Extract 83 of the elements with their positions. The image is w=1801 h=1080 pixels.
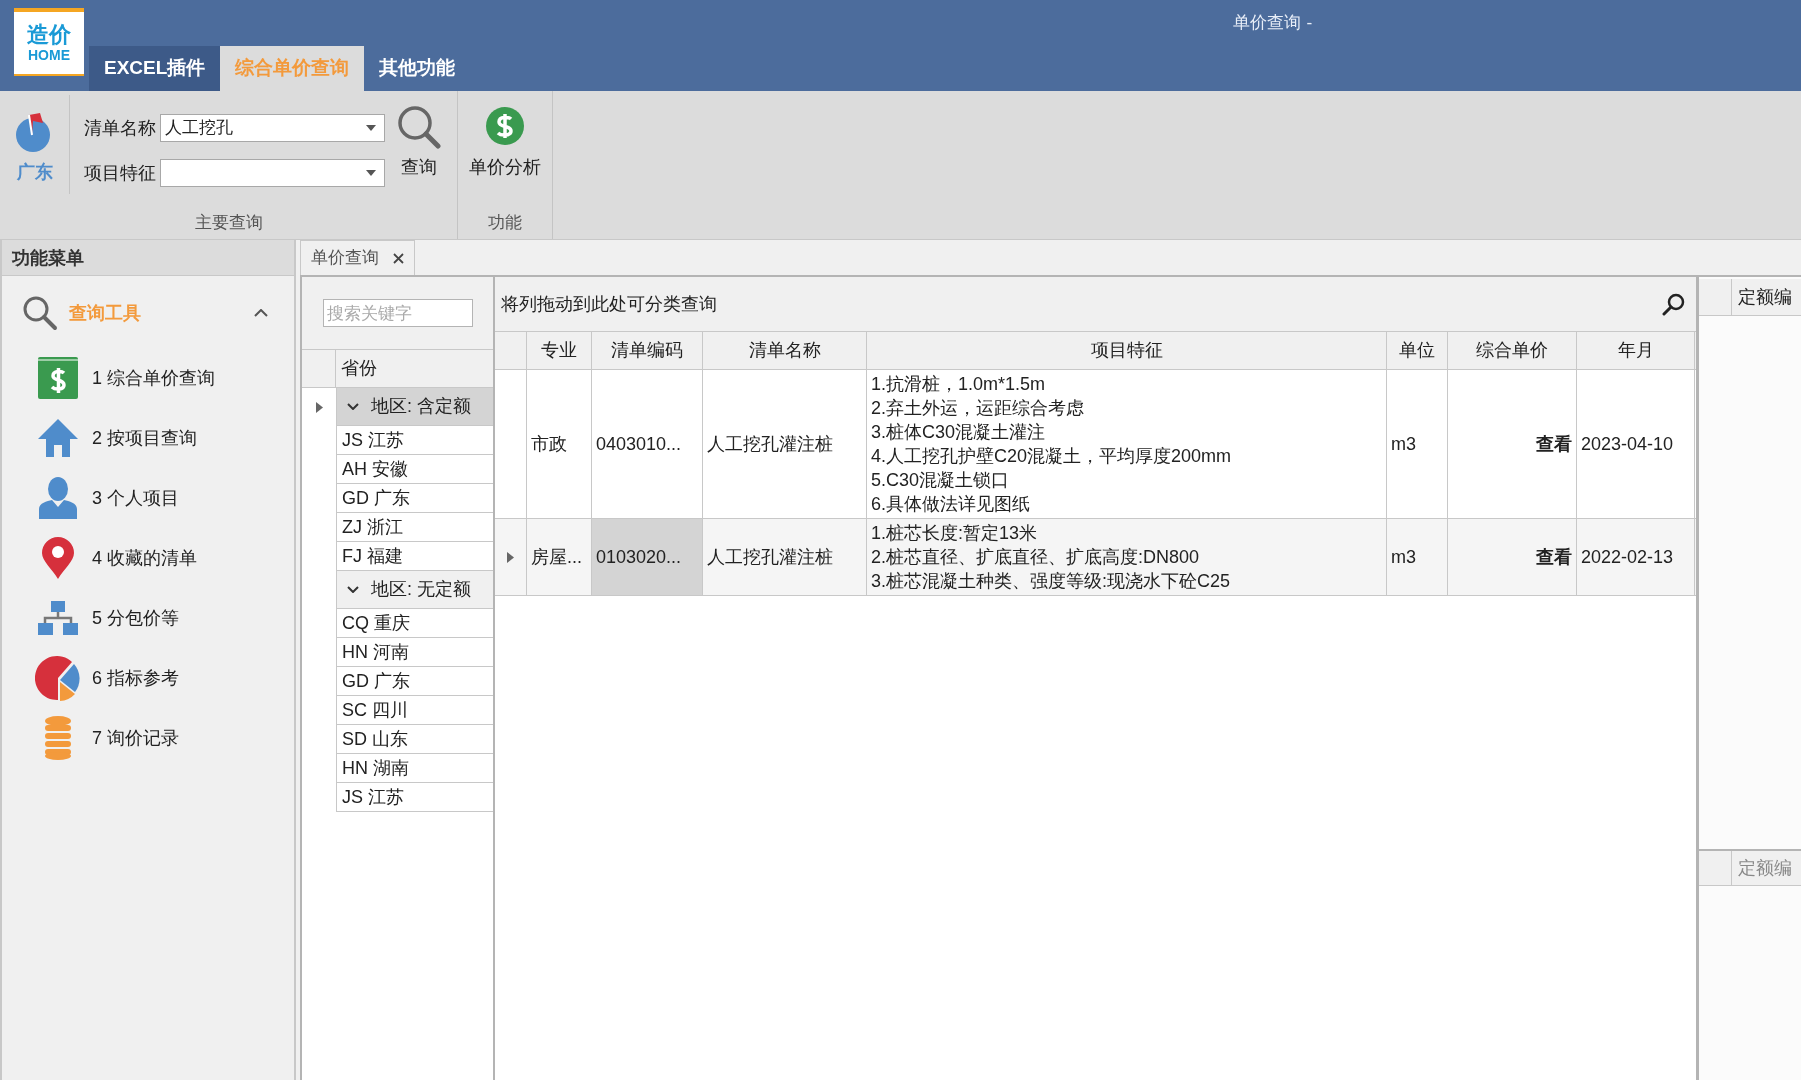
current-row-icon (315, 401, 323, 413)
pie-chart-icon (35, 655, 81, 701)
column-header[interactable]: 年月 (1577, 332, 1695, 369)
table-cell[interactable]: HN 湖南 (336, 754, 493, 783)
ribbon-tab[interactable]: EXCEL插件 (89, 46, 221, 91)
table-cell[interactable]: m3 (1387, 519, 1448, 595)
search-button[interactable]: 查询 (397, 91, 441, 181)
menu-item[interactable]: 4 收藏的清单 (2, 528, 294, 588)
hint-text: 将列拖动到此处可分类查询 (501, 292, 717, 316)
feature-line: 2.桩芯直径、扩底直径、扩底高度:DN800 (871, 546, 1201, 569)
feature-line: 5.C30混凝土锁口 (871, 469, 1011, 492)
chevron-icon[interactable] (347, 586, 359, 593)
current-row-icon (507, 551, 514, 563)
column-header[interactable]: 综合单价 (1448, 332, 1577, 369)
logo-text: HOME (28, 47, 70, 63)
menu-item[interactable]: 1 综合单价查询 (2, 348, 294, 408)
menu-item[interactable]: 5 分包价等 (2, 588, 294, 648)
table-cell[interactable]: 2023-04-10 (1577, 370, 1695, 518)
field-label: 清单名称 (84, 116, 157, 140)
feature-line: 6.具体做法详见图纸 (871, 493, 1031, 516)
table-cell[interactable]: GD 广东 (336, 484, 493, 513)
chevron-icon (254, 309, 268, 317)
panel-header: 功能菜单 (2, 240, 294, 276)
feature-line: 4.人工挖孔护壁C20混凝土，平均厚度200mm (871, 445, 1233, 468)
view-link[interactable]: 查看 (1536, 543, 1572, 571)
ribbon-tab[interactable]: 其他功能 (364, 46, 471, 91)
close-icon[interactable] (393, 252, 404, 264)
column-header[interactable]: 清单编码 (592, 332, 703, 369)
view-link[interactable]: 查看 (1536, 430, 1572, 458)
group-label: 功能 (487, 210, 523, 234)
table-cell[interactable]: JS 江苏 (336, 783, 493, 812)
column-header[interactable]: 单位 (1387, 332, 1448, 369)
map-pin-icon (42, 537, 74, 579)
dropdown-arrow-icon (366, 170, 376, 176)
group-row[interactable]: 地区: 无定额 (336, 571, 493, 609)
feature-line: 1.桩芯长度:暂定13米 (871, 522, 1039, 545)
table-cell[interactable]: CQ 重庆 (336, 609, 493, 638)
dollar-book-icon (38, 357, 78, 399)
dropdown-field[interactable] (160, 159, 385, 187)
menu-item[interactable]: 3 个人项目 (2, 468, 294, 528)
unit-price-analysis-button[interactable]: 单价分析 (469, 91, 541, 181)
feature-line: 3.桩芯混凝土种类、强度等级:现浇水下砼C25 (871, 570, 1232, 593)
table-cell[interactable]: JS 江苏 (336, 426, 493, 455)
table-cell[interactable]: m3 (1387, 370, 1448, 518)
column-header[interactable]: 专业 (527, 332, 592, 369)
dollar-icon (485, 106, 525, 146)
table-cell[interactable]: GD 广东 (336, 667, 493, 696)
menu-item[interactable]: 6 指标参考 (2, 648, 294, 708)
person-icon (39, 477, 77, 519)
feature-line: 2.弃土外运，运距综合考虑 (871, 397, 1085, 420)
table-cell[interactable]: AH 安徽 (336, 455, 493, 484)
chevron-icon[interactable] (347, 403, 359, 410)
house-icon (38, 419, 78, 457)
table-cell[interactable]: 0103020... (592, 519, 703, 595)
logo-text: 造价 (27, 23, 71, 47)
table-cell[interactable]: 人工挖孔灌注桩 (703, 370, 867, 518)
table-cell[interactable]: 人工挖孔灌注桩 (703, 519, 867, 595)
column-header[interactable]: 清单名称 (703, 332, 867, 369)
table-cell[interactable]: ZJ 浙江 (336, 513, 493, 542)
hierarchy-icon (38, 601, 78, 635)
table-cell[interactable]: 2022-02-13 (1577, 519, 1695, 595)
field-label: 项目特征 (84, 161, 157, 185)
document-tab[interactable]: 单价查询 (300, 240, 415, 275)
dropdown-arrow-icon (366, 125, 376, 131)
table-cell[interactable]: HN 河南 (336, 638, 493, 667)
group-label: 主要查询 (193, 210, 264, 234)
table-cell[interactable]: SC 四川 (336, 696, 493, 725)
table-cell[interactable]: SD 山东 (336, 725, 493, 754)
search-field[interactable]: 搜索关键字 (323, 299, 473, 327)
feature-line: 3.桩体C30混凝土灌注 (871, 421, 1047, 444)
table-cell[interactable]: 市政 (527, 370, 592, 518)
menu-item[interactable]: 2 按项目查询 (2, 408, 294, 468)
search-icon[interactable] (1662, 292, 1686, 316)
dropdown-field[interactable]: 人工挖孔 (160, 114, 385, 142)
menu-item[interactable]: 7 询价记录 (2, 708, 294, 768)
window-title: 单价查询 - (1233, 11, 1313, 34)
search-icon (22, 295, 58, 331)
group-row[interactable]: 地区: 含定额 (336, 388, 493, 426)
column-header[interactable]: 项目特征 (867, 332, 1387, 369)
coin-stack-icon (45, 716, 71, 760)
search-icon (397, 105, 441, 149)
feature-line: 1.抗滑桩，1.0m*1.5m (871, 373, 1047, 396)
table-cell[interactable]: 0403010... (592, 370, 703, 518)
